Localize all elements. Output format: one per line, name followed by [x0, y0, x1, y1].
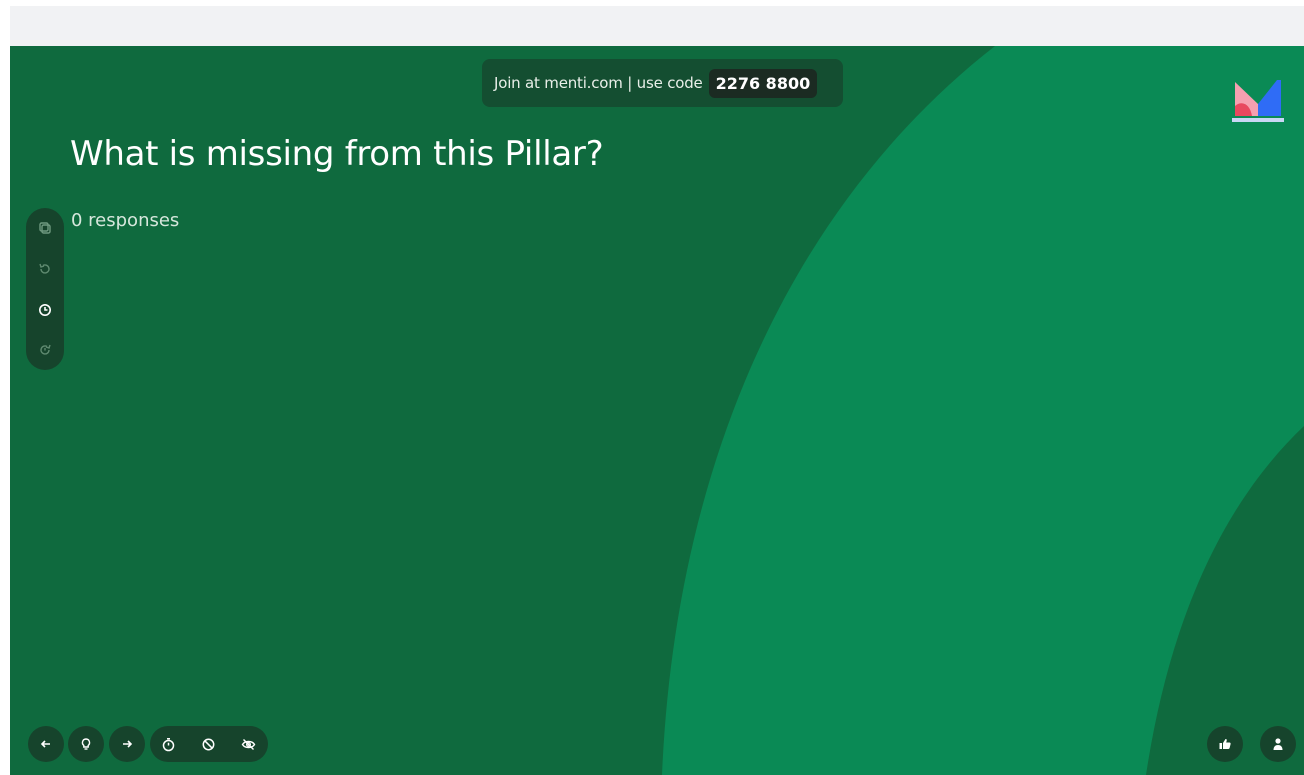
join-text: Join at menti.com | use code — [494, 74, 703, 92]
person-icon — [1273, 738, 1283, 750]
copy-icon[interactable] — [35, 218, 55, 238]
history-icon[interactable] — [35, 340, 55, 360]
timer-icon[interactable] — [35, 300, 55, 320]
side-toolbar — [26, 208, 64, 370]
stopwatch-icon — [162, 737, 174, 751]
arrow-left-icon — [40, 740, 50, 748]
slide-controls-group — [150, 726, 268, 762]
mentimeter-logo-icon — [1232, 80, 1284, 122]
next-slide-button[interactable] — [109, 726, 145, 762]
response-count: 0 responses — [71, 210, 180, 231]
previous-slide-button[interactable] — [28, 726, 64, 762]
reactions-button[interactable] — [1207, 726, 1243, 762]
question-title: What is missing from this Pillar? — [70, 134, 604, 174]
thumbs-up-icon — [1219, 739, 1231, 749]
browser-top-bar — [10, 6, 1304, 46]
lightbulb-icon — [81, 738, 91, 750]
presentation-slide: Join at menti.com | use code 2276 8800 W… — [10, 46, 1304, 775]
reset-results-icon[interactable] — [35, 259, 55, 279]
hide-icon — [241, 738, 255, 750]
hint-button[interactable] — [68, 726, 104, 762]
stopwatch-button[interactable] — [158, 734, 178, 754]
join-instructions: Join at menti.com | use code 2276 8800 — [482, 59, 843, 107]
hide-results-button[interactable] — [238, 734, 258, 754]
block-icon — [202, 738, 214, 750]
arrow-right-icon — [123, 740, 133, 748]
join-code: 2276 8800 — [708, 68, 818, 98]
audience-button[interactable] — [1260, 726, 1296, 762]
block-responses-button[interactable] — [198, 734, 218, 754]
